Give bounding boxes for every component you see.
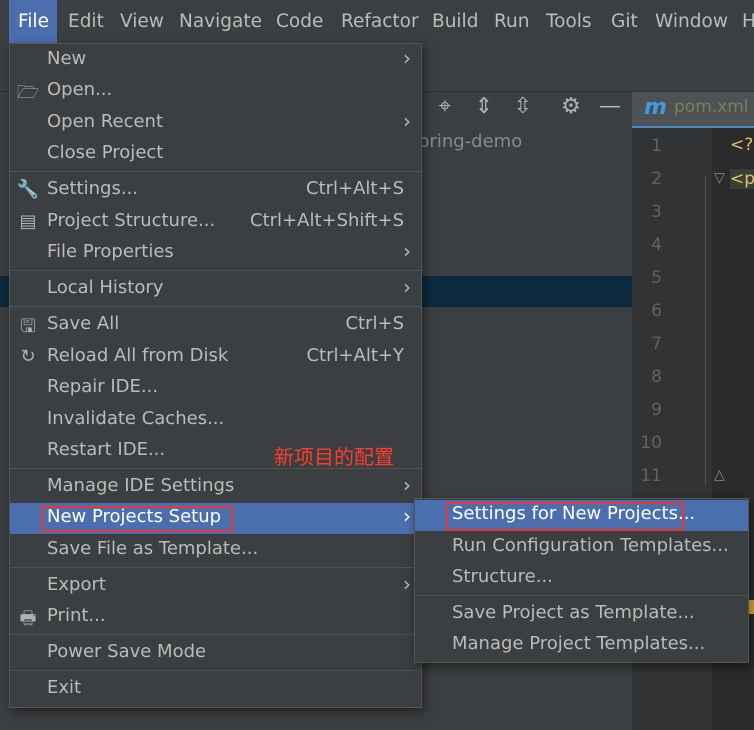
menu-separator [10, 171, 421, 172]
menu-item-open-recent[interactable]: Open Recent › [10, 108, 421, 139]
line-number: 5 [651, 268, 662, 288]
menu-separator [10, 270, 421, 271]
save-icon: 🖫 [20, 316, 36, 337]
shortcut-label: Ctrl+Alt+Shift+S [250, 210, 404, 231]
annotation-label: 新项目的配置 [274, 445, 394, 469]
menu-separator [10, 306, 421, 307]
line-number: 2 [651, 169, 662, 189]
menu-run[interactable]: Run [494, 0, 529, 43]
menu-item-settings[interactable]: 🔧 Settings... Ctrl+Alt+S [10, 175, 421, 206]
menu-item-close-project[interactable]: Close Project [10, 139, 421, 170]
reload-icon: ↻ [20, 346, 36, 367]
menu-tools[interactable]: Tools [546, 0, 592, 43]
line-number: 1 [651, 136, 662, 156]
menu-code[interactable]: Code [276, 0, 323, 43]
menu-edit[interactable]: Edit [68, 0, 104, 43]
wrench-icon: 🔧 [16, 179, 40, 200]
line-number: 3 [651, 202, 662, 222]
crosshair-icon[interactable]: ⌖ [432, 94, 458, 119]
line-number: 7 [651, 334, 662, 354]
collapse-all-icon[interactable]: ⇳ [510, 94, 536, 119]
highlight-box-settings-for-new-projects [446, 502, 684, 531]
minimize-icon[interactable]: — [597, 94, 623, 119]
file-menu: New › 🗁 Open... Open Recent › Close Proj… [9, 43, 422, 708]
expand-all-icon[interactable]: ⇕ [471, 94, 497, 119]
fold-marker-icon[interactable]: ▽ [714, 170, 725, 186]
print-icon: 🖶 [19, 608, 37, 629]
line-number: 10 [640, 433, 662, 453]
menu-item-project-structure[interactable]: ▤ Project Structure... Ctrl+Alt+Shift+S [10, 207, 421, 238]
folder-open-icon: 🗁 [16, 82, 40, 103]
menu-item-file-properties[interactable]: File Properties › [10, 238, 421, 269]
highlight-box-new-projects-setup [41, 506, 233, 532]
menu-separator [10, 670, 421, 671]
menu-item-reload-all[interactable]: ↻ Reload All from Disk Ctrl+Alt+Y [10, 342, 421, 373]
shortcut-label: Ctrl+Alt+Y [306, 345, 404, 366]
menu-item-save-project-as-template[interactable]: Save Project as Template... [415, 599, 748, 630]
shortcut-label: Ctrl+S [345, 313, 404, 334]
menu-file[interactable]: File [9, 0, 57, 43]
menu-item-run-configuration-templates[interactable]: Run Configuration Templates... [415, 532, 748, 563]
menu-help[interactable]: H [742, 0, 754, 43]
editor-tab-pom[interactable]: m pom.xml [632, 92, 754, 129]
menu-item-local-history[interactable]: Local History › [10, 274, 421, 305]
fold-guide-line [705, 175, 706, 485]
editor-tab-title: pom.xml [674, 97, 749, 117]
menu-refactor[interactable]: Refactor [341, 0, 419, 43]
line-number: 6 [651, 301, 662, 321]
menu-git[interactable]: Git [611, 0, 638, 43]
chevron-right-icon: › [403, 473, 411, 497]
fold-marker-icon[interactable]: △ [714, 467, 725, 483]
project-root-label[interactable]: pring-demo [418, 131, 522, 152]
gear-icon[interactable]: ⚙ [558, 94, 584, 119]
menu-separator [415, 595, 748, 596]
menu-item-exit[interactable]: Exit [10, 674, 421, 705]
menu-bar: File Edit View Navigate Code Refactor Bu… [0, 0, 754, 43]
code-line-2: <p [730, 169, 754, 189]
menu-item-new[interactable]: New › [10, 45, 421, 76]
menu-item-structure[interactable]: Structure... [415, 563, 748, 594]
chevron-right-icon: › [403, 275, 411, 299]
menu-item-invalidate-caches[interactable]: Invalidate Caches... [10, 405, 421, 436]
maven-icon: m [644, 95, 667, 120]
chevron-right-icon: › [403, 504, 411, 528]
chevron-right-icon: › [403, 239, 411, 263]
menu-build[interactable]: Build [432, 0, 478, 43]
menu-navigate[interactable]: Navigate [179, 0, 262, 43]
chevron-right-icon: › [403, 572, 411, 596]
menu-window[interactable]: Window [655, 0, 728, 43]
code-line-1: <? [730, 135, 754, 155]
menu-separator [10, 567, 421, 568]
line-number: 9 [651, 400, 662, 420]
line-number: 11 [640, 466, 662, 486]
line-number: 4 [651, 235, 662, 255]
menu-item-open[interactable]: 🗁 Open... [10, 76, 421, 107]
menu-item-manage-project-templates[interactable]: Manage Project Templates... [415, 630, 748, 661]
menu-item-save-all[interactable]: 🖫 Save All Ctrl+S [10, 310, 421, 341]
project-structure-icon: ▤ [19, 211, 37, 232]
menu-separator [10, 634, 421, 635]
menu-item-manage-ide-settings[interactable]: Manage IDE Settings › [10, 472, 421, 503]
menu-item-repair-ide[interactable]: Repair IDE... [10, 373, 421, 404]
menu-item-print[interactable]: 🖶 Print... [10, 602, 421, 633]
menu-item-export[interactable]: Export › [10, 571, 421, 602]
line-number: 8 [651, 367, 662, 387]
shortcut-label: Ctrl+Alt+S [306, 178, 404, 199]
chevron-right-icon: › [403, 109, 411, 133]
menu-item-save-file-as-template[interactable]: Save File as Template... [10, 535, 421, 566]
menu-item-power-save-mode[interactable]: Power Save Mode [10, 638, 421, 669]
menu-view[interactable]: View [120, 0, 164, 43]
chevron-right-icon: › [403, 46, 411, 70]
